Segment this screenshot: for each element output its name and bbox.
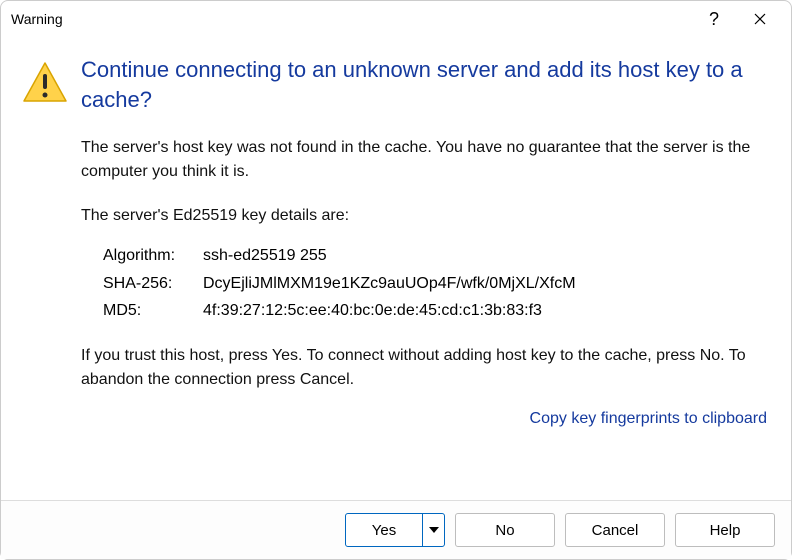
icon-column [21,55,81,490]
chevron-down-icon[interactable] [422,514,444,546]
detail-sha256: SHA-256: DcyEjliJMlMXM19e1KZc9auUOp4F/wf… [103,270,767,297]
detail-algorithm: Algorithm: ssh-ed25519 255 [103,242,767,269]
close-icon[interactable] [737,4,783,34]
dialog-headline: Continue connecting to an unknown server… [81,55,767,114]
help-icon[interactable]: ? [691,4,737,34]
cancel-button[interactable]: Cancel [565,513,665,547]
help-button[interactable]: Help [675,513,775,547]
key-details: Algorithm: ssh-ed25519 255 SHA-256: DcyE… [103,242,767,324]
dialog-paragraph-2: The server's Ed25519 key details are: [81,204,767,228]
dialog-body: Continue connecting to an unknown server… [81,55,767,490]
md5-value: 4f:39:27:12:5c:ee:40:bc:0e:de:45:cd:c1:3… [203,297,767,324]
titlebar: Warning ? [1,1,791,37]
dialog-paragraph-3: If you trust this host, press Yes. To co… [81,344,767,392]
algorithm-value: ssh-ed25519 255 [203,242,767,269]
sha256-value: DcyEjliJMlMXM19e1KZc9auUOp4F/wfk/0MjXL/X… [203,270,767,297]
yes-button-label: Yes [346,522,422,539]
detail-md5: MD5: 4f:39:27:12:5c:ee:40:bc:0e:de:45:cd… [103,297,767,324]
md5-label: MD5: [103,297,203,324]
algorithm-label: Algorithm: [103,242,203,269]
warning-icon [21,59,69,107]
dialog-paragraph-1: The server's host key was not found in t… [81,136,767,184]
no-button[interactable]: No [455,513,555,547]
yes-button[interactable]: Yes [345,513,445,547]
sha256-label: SHA-256: [103,270,203,297]
copy-link-row: Copy key fingerprints to clipboard [81,410,767,428]
window-title: Warning [11,11,691,27]
copy-fingerprints-link[interactable]: Copy key fingerprints to clipboard [530,410,767,427]
dialog-footer: Yes No Cancel Help [1,500,791,559]
dialog-content: Continue connecting to an unknown server… [1,37,791,500]
